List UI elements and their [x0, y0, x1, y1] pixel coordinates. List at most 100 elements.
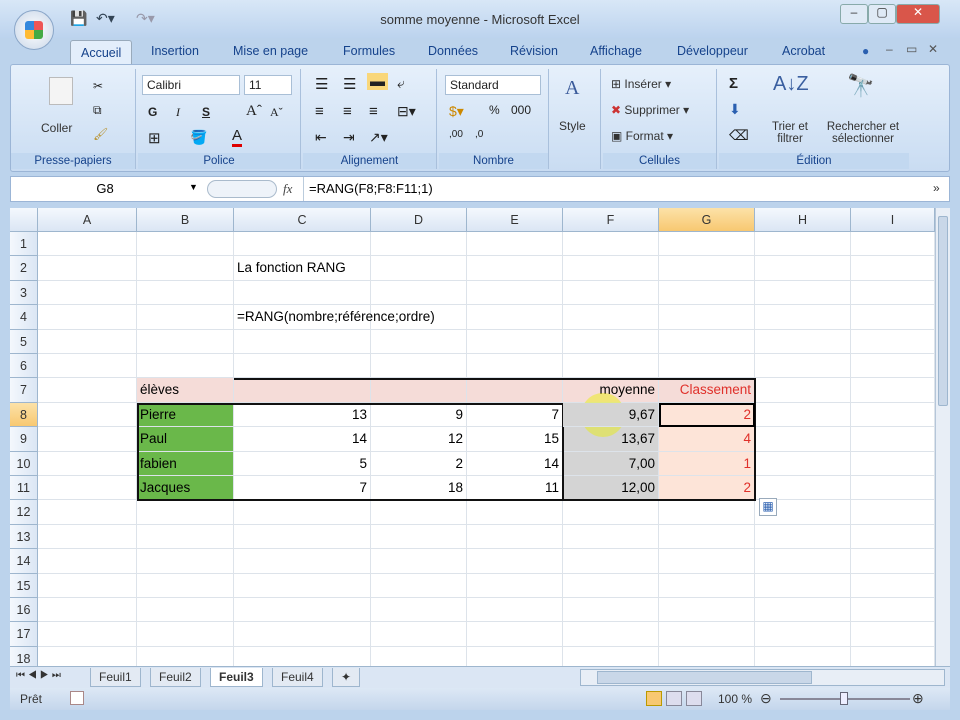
thousands-button[interactable]: 000	[511, 103, 531, 117]
cell-B18[interactable]	[137, 646, 234, 666]
cell-D2[interactable]	[371, 256, 467, 281]
cell-F17[interactable]	[563, 622, 659, 647]
cell-D7[interactable]	[371, 378, 467, 403]
cell-H11[interactable]	[755, 476, 851, 501]
cell-F13[interactable]	[563, 524, 659, 550]
cell-B12[interactable]	[137, 500, 234, 525]
cell-C7[interactable]	[234, 378, 371, 403]
ribbon-close-icon[interactable]: ✕	[928, 42, 938, 56]
sheet-nav-icons[interactable]: ⏮◀▶⏭	[16, 670, 64, 681]
align-middle-icon[interactable]: ☰	[343, 75, 356, 93]
cell-C16[interactable]	[234, 598, 371, 623]
tab-formules[interactable]: Formules	[343, 44, 395, 58]
borders-icon[interactable]: ⊞	[148, 129, 161, 147]
format-button[interactable]: ▣ Format ▾	[611, 129, 673, 143]
cell-F1[interactable]	[563, 232, 659, 257]
cell-A8[interactable]	[38, 402, 137, 428]
cell-E1[interactable]	[467, 232, 563, 257]
currency-icon[interactable]: $▾	[449, 103, 464, 120]
increase-decimal-icon[interactable]: ,00	[449, 129, 463, 140]
cell-B9[interactable]: Paul	[137, 427, 234, 452]
horizontal-scrollbar[interactable]	[580, 669, 945, 686]
cell-H4[interactable]	[755, 305, 851, 330]
align-right-icon[interactable]: ≡	[369, 103, 378, 120]
cell-G9[interactable]: 4	[659, 427, 755, 452]
cell-A13[interactable]	[38, 524, 137, 550]
cell-A12[interactable]	[38, 500, 137, 525]
increase-indent-icon[interactable]: ⇥	[343, 129, 355, 146]
maximize-button[interactable]: ▢	[868, 4, 896, 24]
cell-D3[interactable]	[371, 280, 467, 306]
close-button[interactable]: ✕	[896, 4, 940, 24]
row-header-14[interactable]: 14	[10, 549, 38, 574]
vertical-scroll-thumb[interactable]	[938, 216, 948, 406]
cell-I18[interactable]	[851, 646, 935, 666]
cell-A18[interactable]	[38, 646, 137, 666]
row-header-10[interactable]: 10	[10, 451, 38, 476]
align-bottom-icon[interactable]: ▬	[367, 73, 388, 90]
cell-D10[interactable]: 2	[371, 451, 467, 476]
cell-F2[interactable]	[563, 256, 659, 281]
cell-C5[interactable]	[234, 329, 371, 354]
cell-G16[interactable]	[659, 598, 755, 623]
cell-B11[interactable]: Jacques	[137, 476, 234, 501]
expand-formula-bar-icon[interactable]: »	[933, 181, 940, 195]
cell-B10[interactable]: fabien	[137, 451, 234, 476]
cell-E4[interactable]	[467, 305, 563, 330]
sort-filter-button[interactable]: Trier et filtrer	[767, 121, 813, 145]
cell-C9[interactable]: 14	[234, 427, 371, 452]
column-header-G[interactable]: G	[659, 208, 755, 232]
row-header-8[interactable]: 8	[10, 402, 38, 428]
cell-I4[interactable]	[851, 305, 935, 330]
tab-insertion[interactable]: Insertion	[151, 44, 199, 58]
redo-icon[interactable]: ↷▾	[136, 10, 155, 27]
cell-G7[interactable]: Classement	[659, 378, 755, 403]
cell-H10[interactable]	[755, 451, 851, 476]
cell-A3[interactable]	[38, 280, 137, 306]
column-header-D[interactable]: D	[371, 208, 467, 232]
cell-A1[interactable]	[38, 232, 137, 257]
decrease-decimal-icon[interactable]: ,0	[475, 129, 483, 140]
cell-H18[interactable]	[755, 646, 851, 666]
cell-A4[interactable]	[38, 305, 137, 330]
name-box[interactable]: G8	[11, 177, 199, 201]
cell-E18[interactable]	[467, 646, 563, 666]
zoom-slider-thumb[interactable]	[840, 692, 848, 705]
cell-I5[interactable]	[851, 329, 935, 354]
copy-icon[interactable]: ⧉	[93, 103, 102, 118]
cell-B14[interactable]	[137, 549, 234, 574]
ribbon-restore-icon[interactable]: ▭	[906, 42, 917, 56]
cell-D13[interactable]	[371, 524, 467, 550]
cell-D6[interactable]	[371, 354, 467, 379]
column-header-I[interactable]: I	[851, 208, 935, 232]
cell-D11[interactable]: 18	[371, 476, 467, 501]
select-all-corner[interactable]	[10, 208, 38, 232]
cell-C17[interactable]	[234, 622, 371, 647]
cell-H1[interactable]	[755, 232, 851, 257]
name-box-dropdown-icon[interactable]: ▼	[189, 182, 198, 192]
cell-I15[interactable]	[851, 573, 935, 598]
row-header-12[interactable]: 12	[10, 500, 38, 525]
align-center-icon[interactable]: ≡	[343, 103, 352, 120]
underline-button[interactable]: S	[202, 105, 210, 119]
cell-G18[interactable]	[659, 646, 755, 666]
grow-font-icon[interactable]: Aˆ	[246, 103, 262, 120]
cell-I1[interactable]	[851, 232, 935, 257]
row-header-1[interactable]: 1	[10, 232, 38, 257]
zoom-level[interactable]: 100 %	[718, 692, 752, 706]
cell-E17[interactable]	[467, 622, 563, 647]
cell-G6[interactable]	[659, 354, 755, 379]
cell-E10[interactable]: 14	[467, 451, 563, 476]
cell-D8[interactable]: 9	[371, 402, 467, 428]
spreadsheet-grid[interactable]: A B C D E F G H I 1 2 La fonction RANG 3 4 =RANG(nombr…	[10, 208, 935, 666]
cell-I3[interactable]	[851, 280, 935, 306]
cell-I8[interactable]	[851, 402, 935, 428]
cell-E9[interactable]: 15	[467, 427, 563, 452]
cell-H7[interactable]	[755, 378, 851, 403]
cell-E5[interactable]	[467, 329, 563, 354]
format-painter-icon[interactable]: 🖌	[93, 127, 108, 141]
cell-H3[interactable]	[755, 280, 851, 306]
bold-button[interactable]: G	[148, 105, 157, 119]
cell-B6[interactable]	[137, 354, 234, 379]
row-header-3[interactable]: 3	[10, 280, 38, 306]
